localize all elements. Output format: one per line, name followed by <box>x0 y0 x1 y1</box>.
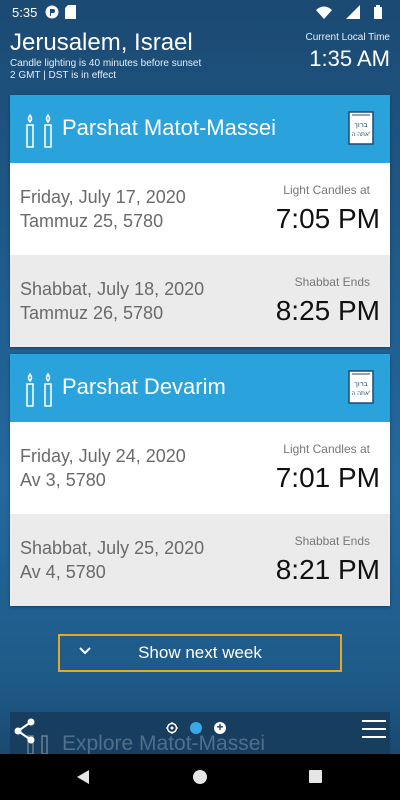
shabbat-ends-row: Shabbat, July 25, 2020 Av 4, 5780 Shabba… <box>10 514 390 606</box>
prayer-book-icon[interactable]: ברוך אתה ה' <box>348 111 374 145</box>
svg-text:ברוך: ברוך <box>354 380 368 388</box>
friday-date: Friday, July 24, 2020 <box>20 446 186 466</box>
candle-lighting-row: Friday, July 17, 2020 Tammuz 25, 5780 Li… <box>10 163 390 255</box>
status-time: 5:35 <box>12 4 38 20</box>
candle-lighting-row: Friday, July 24, 2020 Av 3, 5780 Light C… <box>10 422 390 514</box>
recent-apps-icon[interactable] <box>309 770 322 783</box>
wifi-icon <box>316 6 332 19</box>
share-icon[interactable] <box>14 718 36 744</box>
sd-card-icon <box>65 5 77 19</box>
status-bar: 5:35 <box>0 0 400 24</box>
back-icon[interactable] <box>76 769 90 785</box>
page-dot-active[interactable] <box>190 722 202 734</box>
location-header: Jerusalem, Israel Candle lighting is 40 … <box>10 28 390 88</box>
svg-text:ברוך: ברוך <box>354 121 368 129</box>
system-nav-bar <box>0 754 400 800</box>
signal-icon <box>346 5 360 19</box>
shabbat-ends-time: 8:21 PM <box>275 554 380 585</box>
light-candles-label: Light Candles at <box>283 442 370 456</box>
candles-icon <box>26 372 52 407</box>
location-target-icon[interactable] <box>166 722 178 734</box>
shabbat-ends-label: Shabbat Ends <box>294 534 370 548</box>
svg-text:אתה ה': אתה ה' <box>351 390 371 397</box>
home-icon[interactable] <box>193 770 207 784</box>
parsha-title: Parshat Matot-Massei <box>62 115 276 140</box>
shabbat-ends-label: Shabbat Ends <box>294 275 370 289</box>
shabbat-date: Shabbat, July 25, 2020 <box>20 538 205 558</box>
local-time-label: Current Local Time <box>305 32 390 43</box>
timezone-note: 2 GMT | DST is in effect <box>10 70 116 81</box>
friday-hebrew-date: Tammuz 25, 5780 <box>20 211 164 231</box>
candles-icon <box>26 113 52 148</box>
candle-lighting-time: 7:05 PM <box>275 203 380 234</box>
hamburger-menu-icon[interactable] <box>362 720 386 738</box>
chevron-down-icon <box>79 647 91 655</box>
show-next-week-label: Show next week <box>138 643 262 662</box>
week-card-1: Parshat Matot-Massei ברוך אתה ה' Friday,… <box>10 95 390 347</box>
parsha-title: Parshat Devarim <box>62 374 226 399</box>
app-notification-icon <box>45 5 59 19</box>
parsha-header[interactable]: Parshat Matot-Massei ברוך אתה ה' <box>10 95 390 163</box>
page-indicator: + <box>166 721 226 734</box>
location-title[interactable]: Jerusalem, Israel <box>10 28 193 58</box>
shabbat-hebrew-date: Av 4, 5780 <box>20 562 106 582</box>
svg-text:אתה ה': אתה ה' <box>351 131 371 138</box>
friday-hebrew-date: Av 3, 5780 <box>20 470 106 490</box>
add-location-icon[interactable]: + <box>214 721 226 734</box>
shabbat-hebrew-date: Tammuz 26, 5780 <box>20 303 164 323</box>
candle-lighting-note: Candle lighting is 40 minutes before sun… <box>10 58 202 69</box>
shabbat-ends-time: 8:25 PM <box>275 295 380 326</box>
light-candles-label: Light Candles at <box>283 183 370 197</box>
local-time-value: 1:35 AM <box>309 46 390 71</box>
bottom-panel: Explore Matot-Massei + <box>10 712 390 754</box>
candle-lighting-time: 7:01 PM <box>275 462 380 493</box>
battery-icon <box>374 5 382 19</box>
shabbat-ends-row: Shabbat, July 18, 2020 Tammuz 26, 5780 S… <box>10 255 390 347</box>
friday-date: Friday, July 17, 2020 <box>20 187 186 207</box>
shabbat-date: Shabbat, July 18, 2020 <box>20 279 205 299</box>
show-next-week-button[interactable]: Show next week <box>58 634 342 672</box>
prayer-book-icon[interactable]: ברוך אתה ה' <box>348 370 374 404</box>
parsha-header[interactable]: Parshat Devarim ברוך אתה ה' <box>10 354 390 422</box>
explore-parsha-link[interactable]: Explore Matot-Massei <box>62 732 265 754</box>
week-card-2: Parshat Devarim ברוך אתה ה' Friday, July… <box>10 354 390 606</box>
